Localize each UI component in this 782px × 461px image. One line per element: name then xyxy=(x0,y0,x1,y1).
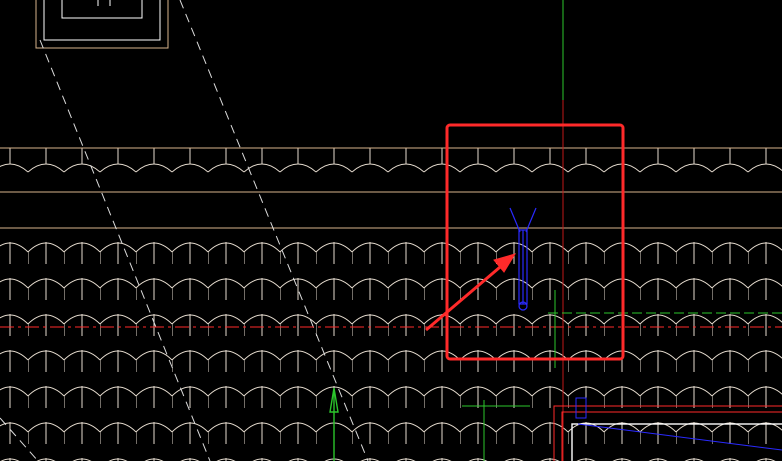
roof-tile-band-upper xyxy=(0,147,782,193)
cad-drawing-canvas[interactable] xyxy=(0,0,782,461)
roof-tile-field-lower xyxy=(0,228,782,461)
